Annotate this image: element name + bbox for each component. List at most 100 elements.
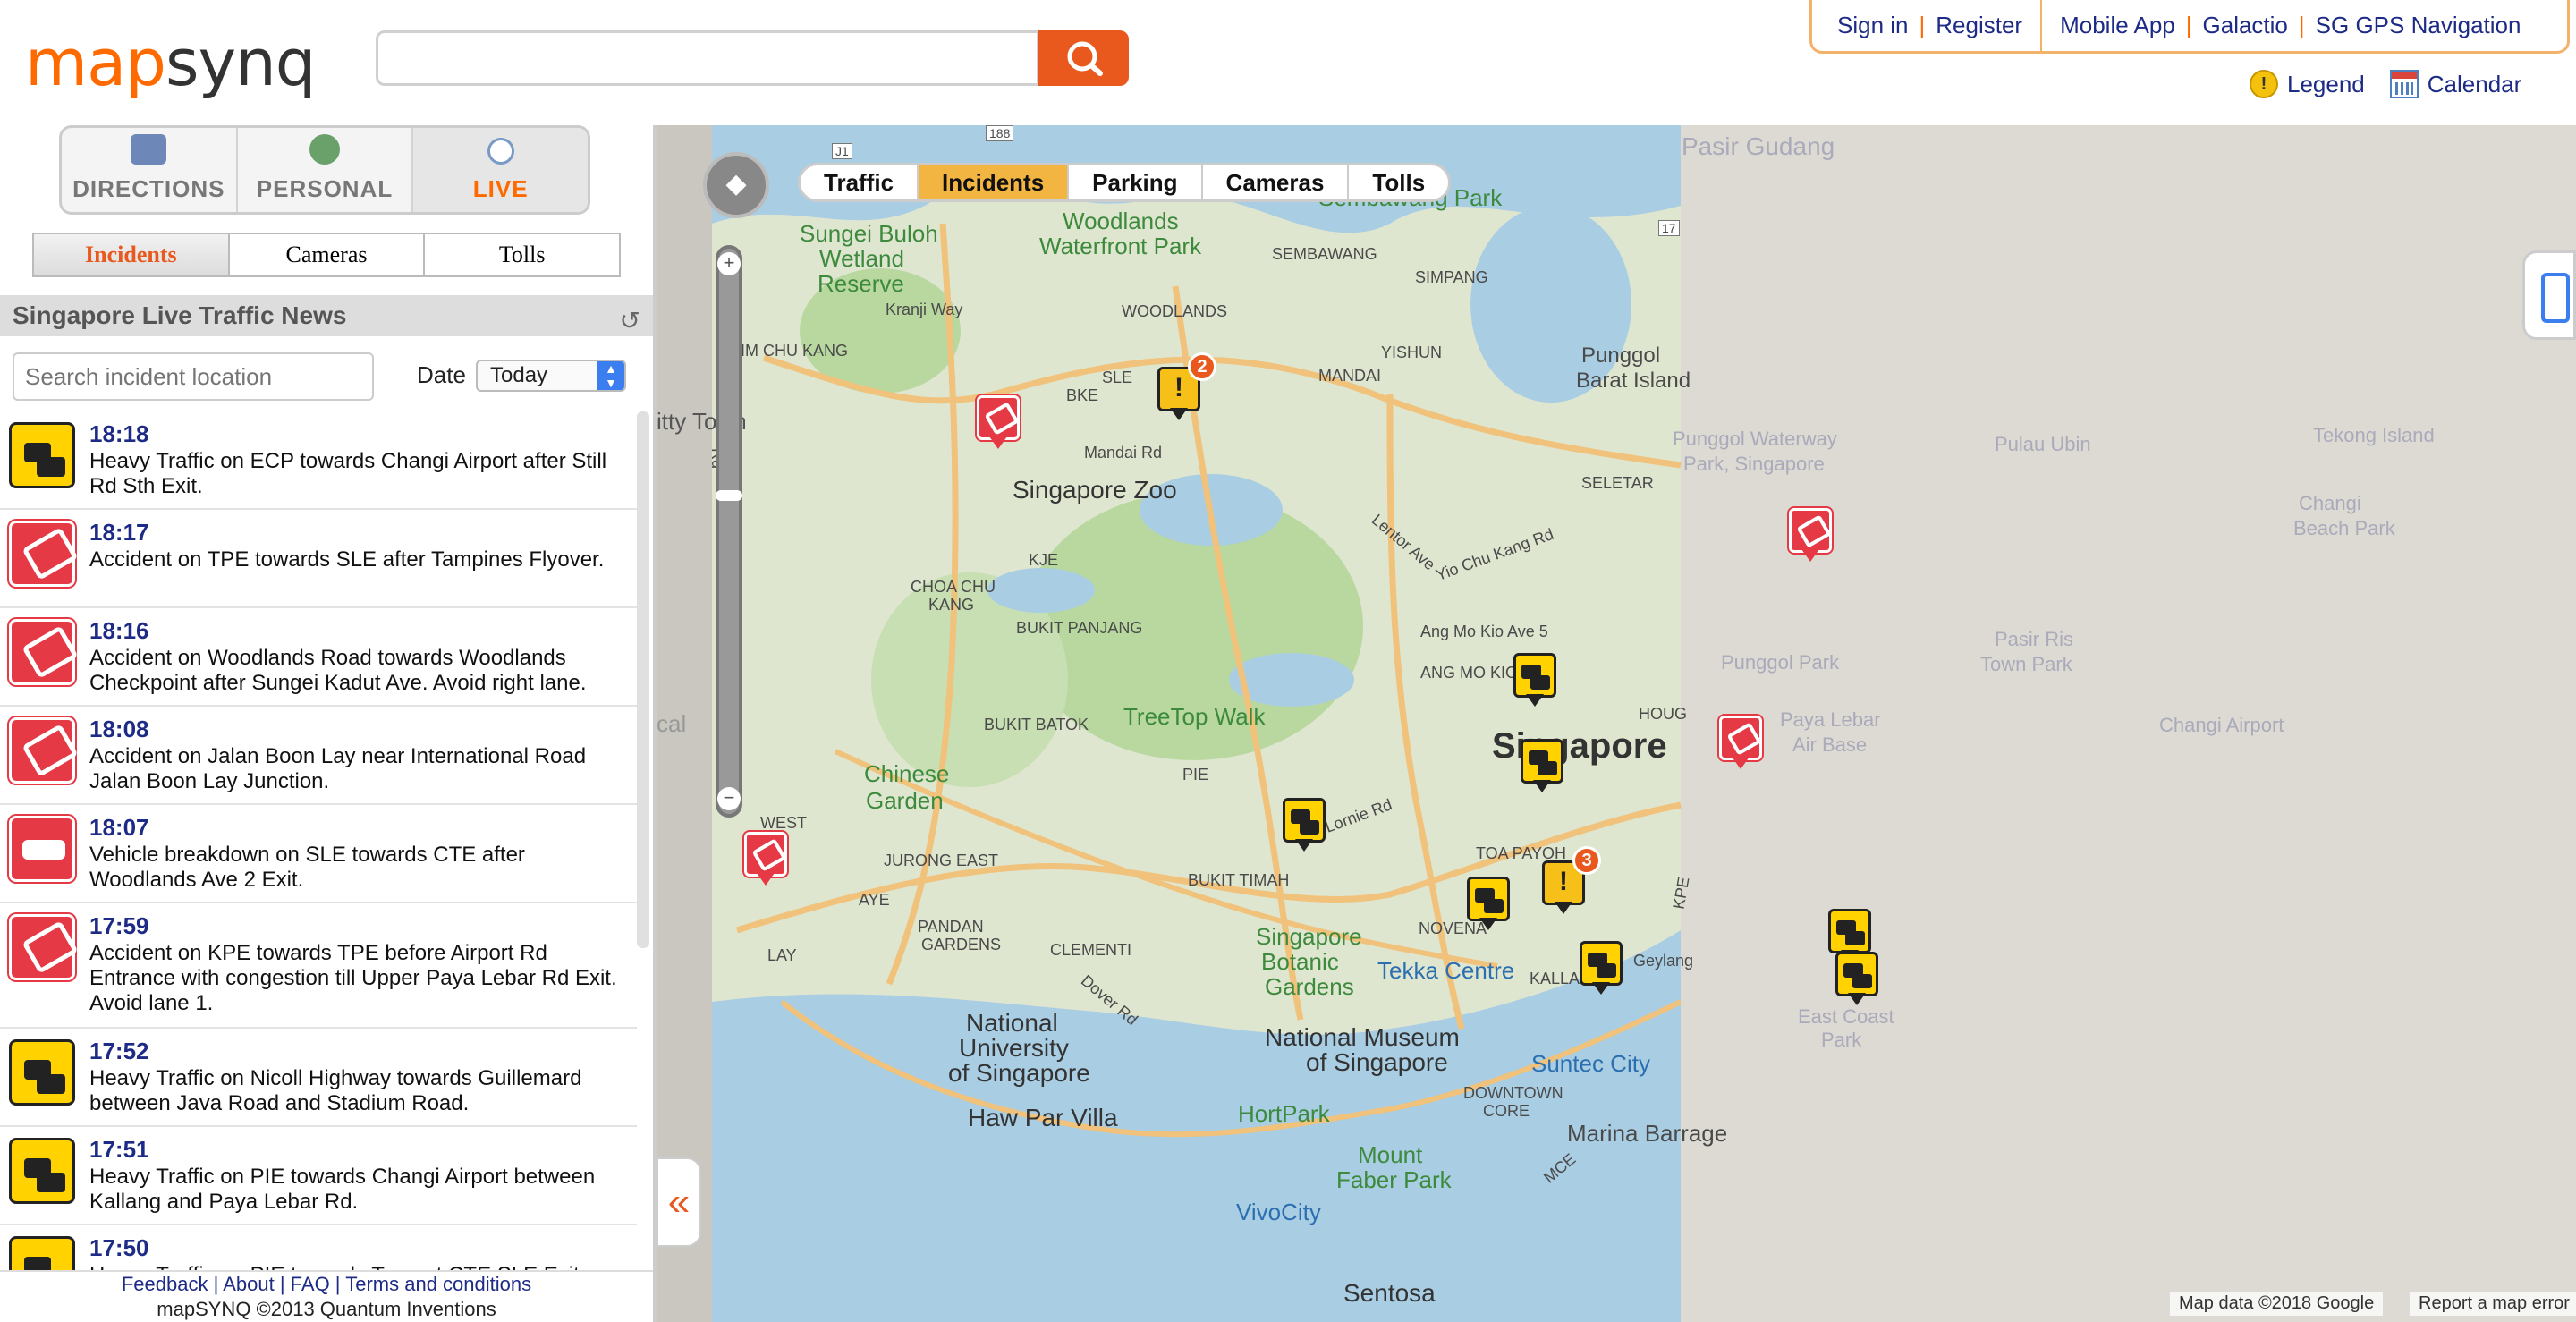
marker-tail: [1479, 918, 1497, 930]
search-button[interactable]: [1038, 30, 1129, 86]
map-tab-incidents[interactable]: Incidents: [919, 165, 1070, 199]
app-root: mapsynq Sign in | Register Mobile App | …: [0, 0, 2576, 1322]
map-label: Waterfront Park: [1039, 233, 1202, 259]
map-label: CLEMENTI: [1050, 941, 1132, 959]
map-label: BUKIT BATOK: [984, 716, 1089, 733]
car-icon: [131, 134, 167, 165]
search-input[interactable]: [376, 30, 1039, 86]
map-tab-tolls[interactable]: Tolls: [1349, 165, 1448, 199]
map-tab-traffic[interactable]: Traffic: [801, 165, 919, 199]
marker-icon: [1283, 798, 1326, 843]
accident-marker[interactable]: [744, 832, 787, 886]
incident-search-input[interactable]: [13, 352, 374, 401]
incident-item[interactable]: 17:51 Heavy Traffic on PIE towards Changi…: [0, 1127, 637, 1225]
user-icon: [309, 134, 340, 165]
refresh-icon[interactable]: ↺: [620, 301, 640, 342]
map-label: Changi: [2299, 492, 2361, 514]
incident-cluster-marker[interactable]: 2: [1157, 352, 1216, 420]
incident-item[interactable]: 18:17 Accident on TPE towards SLE after T…: [0, 510, 637, 608]
legend-link[interactable]: Legend: [2287, 71, 2365, 98]
map-label: cal: [657, 710, 687, 737]
list-scrollbar[interactable]: [637, 411, 649, 948]
feedback-link[interactable]: Feedback: [122, 1273, 208, 1295]
calendar-link[interactable]: Calendar: [2428, 71, 2522, 98]
incident-item[interactable]: 18:08 Accident on Jalan Boon Lay near Int…: [0, 707, 637, 805]
marker-icon: [1835, 952, 1878, 996]
zoom-in-button[interactable]: +: [717, 252, 741, 275]
map-label: Geylang: [1633, 952, 1694, 970]
subtab-tolls[interactable]: Tolls: [425, 234, 620, 275]
incident-item[interactable]: 18:18 Heavy Traffic on ECP towards Changi…: [0, 411, 637, 510]
legend-calendar-row: ! Legend Calendar: [2250, 70, 2521, 98]
marker-tail: [1555, 902, 1572, 914]
map-label: Beach Park: [2293, 517, 2395, 539]
map-label: Haw Par Villa: [968, 1104, 1118, 1131]
subtab-incidents[interactable]: Incidents: [34, 234, 230, 275]
accident-icon: [9, 521, 75, 587]
map-label: Singapore Zoo: [1013, 476, 1177, 504]
pan-control[interactable]: [703, 152, 769, 218]
sign-in-link[interactable]: Sign in: [1837, 12, 1909, 39]
map-label: WEST: [760, 814, 807, 832]
incident-item[interactable]: 18:07 Vehicle breakdown on SLE towards CT…: [0, 805, 637, 903]
subtab-cameras[interactable]: Cameras: [229, 234, 426, 275]
accident-marker[interactable]: [1789, 508, 1832, 562]
map-label: LIM CHU KANG: [732, 342, 849, 360]
terms-link[interactable]: Terms and conditions: [345, 1273, 531, 1295]
tab-personal[interactable]: PERSONAL: [238, 128, 414, 212]
search-bar: [376, 30, 1129, 86]
map-tab-cameras[interactable]: Cameras: [1203, 165, 1350, 199]
legend-icon[interactable]: !: [2250, 70, 2278, 98]
mapsynq-logo[interactable]: mapsynq: [25, 25, 316, 100]
zoom-out-button[interactable]: −: [717, 787, 741, 810]
logo-text-synq: synq: [165, 25, 316, 100]
incident-description: Accident on KPE towards TPE before Airpo…: [89, 941, 617, 1015]
collapse-sidebar-button[interactable]: «: [657, 1157, 701, 1247]
register-link[interactable]: Register: [1936, 12, 2022, 39]
accident-marker[interactable]: [1719, 716, 1762, 769]
incident-time: 18:18: [89, 420, 149, 447]
incident-item[interactable]: 17:50 Heavy Traffic on PIE towards Tuas a…: [0, 1225, 637, 1270]
date-select[interactable]: Today ▲ ▼: [476, 360, 626, 392]
sg-gps-link[interactable]: SG GPS Navigation: [2316, 12, 2521, 39]
mobile-app-icon[interactable]: [2522, 250, 2576, 340]
incident-cluster-marker[interactable]: 3: [1542, 846, 1601, 914]
calendar-icon[interactable]: [2389, 70, 2419, 98]
incident-description: Heavy Traffic on Nicoll Highway towards …: [89, 1066, 582, 1115]
tab-live[interactable]: LIVE: [413, 128, 588, 212]
map-label: Mandai Rd: [1084, 444, 1163, 462]
incident-time: 18:17: [89, 519, 149, 546]
map-label: Air Base: [1792, 733, 1868, 756]
incident-item[interactable]: 17:52 Heavy Traffic on Nicoll Highway tow…: [0, 1029, 637, 1127]
heavy-traffic-marker[interactable]: [1835, 952, 1878, 1005]
map-label: GARDENS: [921, 936, 1002, 953]
marker-count-badge: 3: [1572, 846, 1601, 875]
accident-marker[interactable]: [977, 395, 1020, 449]
accident-icon: [9, 914, 75, 980]
heavy-traffic-marker[interactable]: [1283, 798, 1326, 852]
about-link[interactable]: About: [223, 1273, 275, 1295]
accident-icon: [9, 619, 75, 685]
incident-description: Accident on TPE towards SLE after Tampin…: [89, 547, 605, 572]
heavy-traffic-marker[interactable]: [1513, 653, 1556, 707]
heavy-traffic-marker[interactable]: [1580, 941, 1623, 995]
map-label: Kranji Way: [886, 301, 963, 318]
report-map-error-link[interactable]: Report a map error: [2410, 1292, 2576, 1316]
incident-item[interactable]: 17:59 Accident on KPE towards TPE before …: [0, 903, 637, 1029]
mobile-app-link[interactable]: Mobile App: [2060, 12, 2175, 39]
map-tab-parking[interactable]: Parking: [1069, 165, 1203, 199]
incident-time: 17:50: [89, 1234, 149, 1261]
incident-description: Heavy Traffic on PIE towards Tuas at CTE…: [89, 1263, 633, 1270]
heavy-traffic-marker[interactable]: [1467, 877, 1510, 930]
map-view[interactable]: Pasir Gudang Sungei Buloh Wetland Reserv…: [653, 125, 2576, 1322]
map-label: Tekka Centre: [1377, 957, 1515, 984]
faq-link[interactable]: FAQ: [291, 1273, 330, 1295]
galactio-link[interactable]: Galactio: [2203, 12, 2288, 39]
zoom-slider[interactable]: + −: [716, 245, 742, 818]
zoom-handle[interactable]: [716, 490, 742, 501]
incident-item[interactable]: 18:16 Accident on Woodlands Road towards …: [0, 608, 637, 707]
tab-directions[interactable]: DIRECTIONS: [62, 128, 238, 212]
heavy-traffic-marker[interactable]: [1521, 739, 1563, 792]
map-label: BUKIT TIMAH: [1188, 871, 1290, 889]
map-label: BUKIT PANJANG: [1016, 619, 1143, 637]
